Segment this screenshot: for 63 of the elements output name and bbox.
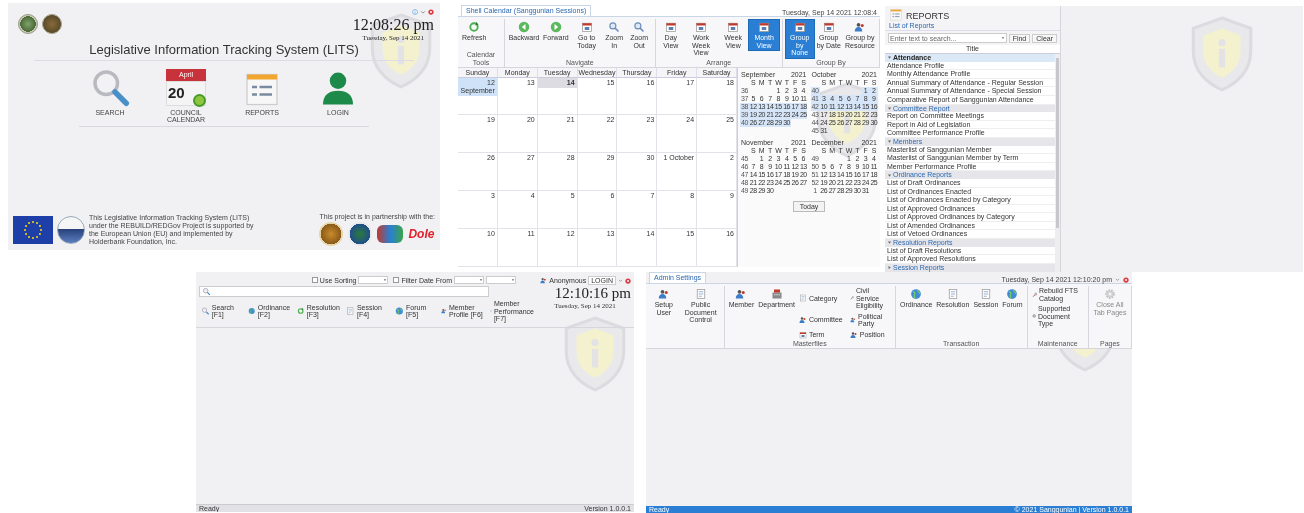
globe-icon	[395, 306, 405, 317]
people-icon	[849, 330, 858, 339]
checkbox[interactable]	[311, 277, 318, 283]
partner-logo: Dole	[408, 227, 435, 241]
checkbox[interactable]	[393, 277, 400, 283]
day-number: 20	[168, 84, 185, 102]
people-icon	[657, 288, 670, 300]
globe-icon	[248, 306, 256, 317]
page-title: REPORTS	[906, 11, 950, 21]
seal-icon	[18, 14, 38, 34]
seal-icon	[57, 216, 85, 244]
scrollbar[interactable]	[1055, 54, 1060, 272]
gear-icon	[1031, 312, 1036, 321]
document-icon	[979, 288, 992, 300]
people-icon	[854, 21, 866, 33]
dropdown-field[interactable]	[358, 276, 389, 284]
calendar-icon	[727, 21, 740, 33]
clock-time: 12:08:26 pm	[352, 16, 434, 34]
seal-icon	[348, 222, 373, 246]
wrench-icon	[1031, 290, 1038, 299]
calendar-icon	[580, 21, 593, 33]
calendar-icon	[758, 21, 771, 33]
calendar-icon	[664, 21, 677, 33]
gear-icon	[1103, 288, 1116, 300]
close-icon	[428, 9, 434, 15]
document-icon	[694, 288, 707, 300]
date-field[interactable]	[486, 276, 516, 284]
document-icon	[946, 288, 959, 300]
search-icon	[202, 287, 211, 296]
globe-icon	[1006, 288, 1019, 300]
seal-icon	[42, 14, 62, 34]
arrow-left-icon	[518, 21, 531, 33]
chevron-down-icon	[1115, 277, 1120, 282]
close-icon	[625, 277, 631, 284]
people-icon	[849, 316, 856, 324]
globe-icon	[910, 288, 923, 300]
people-icon	[540, 277, 548, 284]
partner-logo	[377, 225, 404, 243]
date-field[interactable]	[454, 276, 484, 284]
document-icon	[346, 306, 355, 317]
magnifier-icon	[90, 67, 130, 107]
people-icon	[735, 288, 748, 300]
refresh-icon	[297, 306, 305, 317]
clock-time: 12:10:16 pm	[554, 285, 631, 302]
search-icon	[201, 306, 210, 317]
chevron-down-icon	[420, 9, 426, 15]
app-title: Legislative Information Tracking System (LITS)	[34, 42, 414, 61]
calendar-icon	[695, 21, 707, 33]
arrow-right-icon	[549, 21, 562, 33]
eu-flag-icon	[13, 216, 53, 244]
chevron-down-icon	[618, 278, 623, 283]
people-icon	[798, 316, 807, 324]
calendar-icon	[798, 330, 807, 339]
magnifier-icon	[633, 21, 646, 33]
refresh-icon	[468, 21, 481, 33]
magnifier-icon	[608, 21, 621, 33]
calendar-icon	[822, 21, 835, 33]
document-icon	[798, 294, 807, 303]
search-field[interactable]	[199, 286, 489, 297]
calendar-icon	[793, 21, 806, 33]
seal-icon	[319, 222, 344, 246]
info-icon	[412, 9, 418, 15]
building-icon	[770, 288, 783, 300]
